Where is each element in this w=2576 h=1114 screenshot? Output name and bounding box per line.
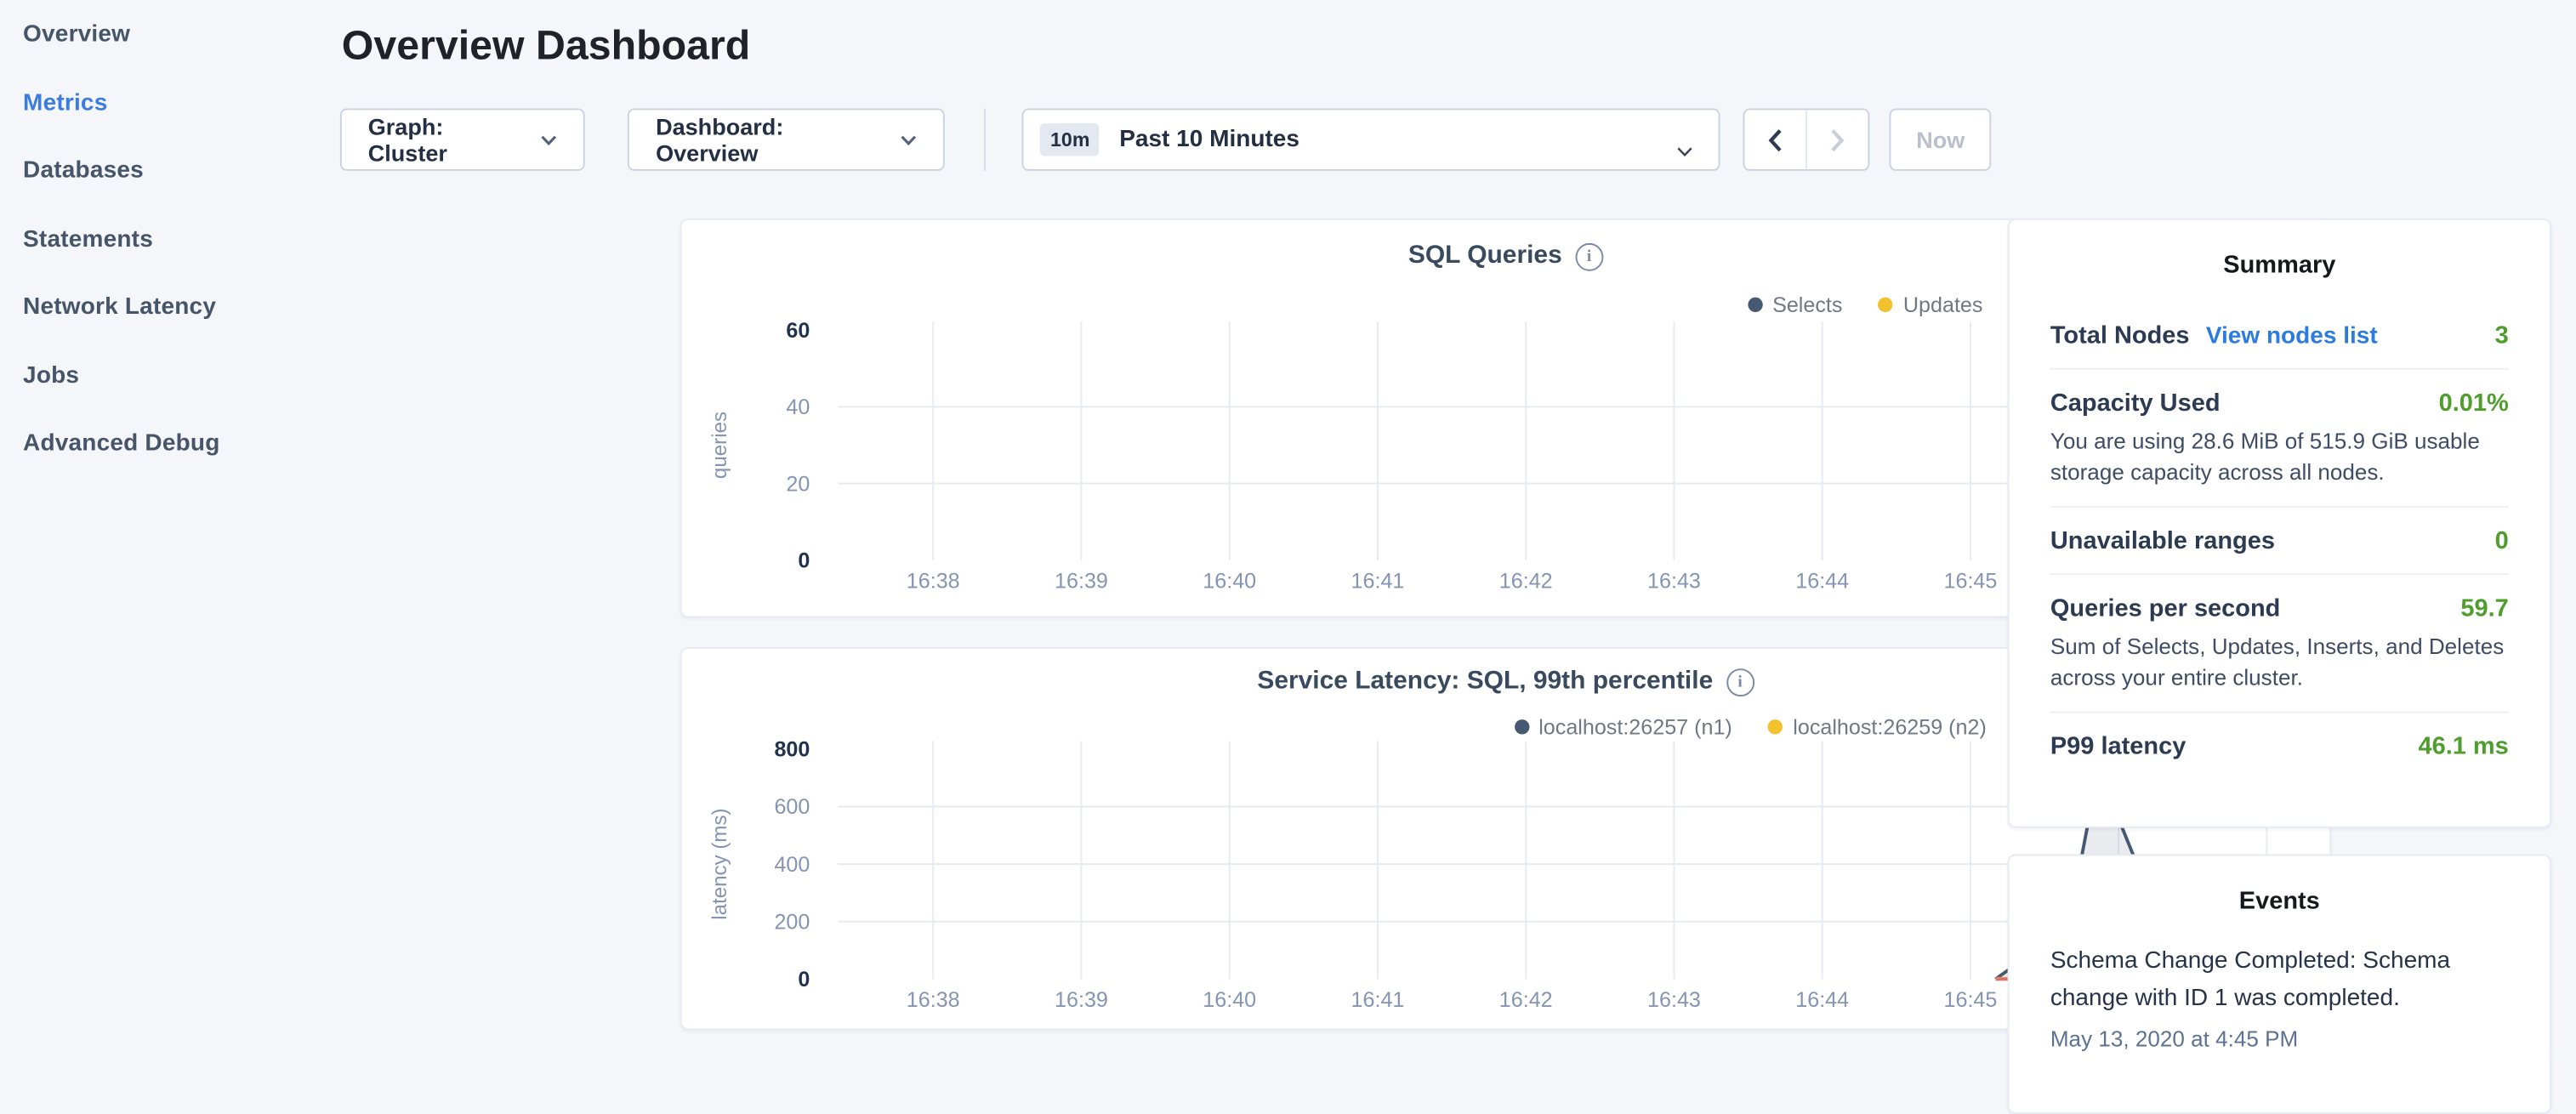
chevron-right-icon (1830, 128, 1845, 152)
x-tick-label: 16:42 (1499, 988, 1553, 1012)
dashboard-dropdown-label: Dashboard: Overview (656, 113, 881, 166)
x-tick-label: 16:43 (1647, 570, 1701, 594)
sidebar-item-overview[interactable]: Overview (0, 2, 328, 70)
y-tick-label: 400 (774, 853, 810, 877)
x-tick-label: 16:45 (1944, 570, 1998, 594)
previous-time-button[interactable] (1744, 110, 1805, 169)
summary-label: Total Nodes (2050, 322, 2190, 350)
summary-value: 0 (2495, 527, 2509, 555)
dashboard-dropdown[interactable]: Dashboard: Overview (628, 108, 945, 170)
y-tick-label: 0 (798, 968, 810, 992)
x-tick-label: 16:42 (1499, 570, 1553, 594)
next-time-button[interactable] (1805, 110, 1868, 169)
x-tick-label: 16:45 (1944, 988, 1998, 1012)
chevron-down-icon (541, 134, 557, 145)
event-message: Schema Change Completed: Schema change w… (2050, 943, 2509, 1018)
x-tick-label: 16:40 (1203, 570, 1256, 594)
toolbar: Graph: Cluster Dashboard: Overview 10m P… (340, 108, 1991, 170)
time-range-badge: 10m (1040, 123, 1100, 156)
summary-value: 3 (2495, 322, 2509, 350)
summary-value: 46.1 ms (2418, 733, 2508, 761)
x-tick-label: 16:40 (1203, 988, 1256, 1012)
summary-label: P99 latency (2050, 733, 2186, 761)
page-title: Overview Dashboard (342, 23, 1991, 71)
x-tick-label: 16:44 (1795, 570, 1849, 594)
summary-row-queries-per-second: Queries per second 59.7 Sum of Selects, … (2050, 573, 2509, 711)
y-tick-label: 200 (774, 910, 810, 934)
graph-scope-label: Graph: Cluster (368, 113, 521, 166)
summary-title: Summary (2050, 252, 2509, 280)
summary-row-total-nodes: Total Nodes View nodes list 3 (2050, 302, 2509, 367)
chevron-down-icon (901, 134, 917, 145)
x-tick-label: 16:44 (1795, 988, 1849, 1012)
summary-description: You are using 28.6 MiB of 515.9 GiB usab… (2050, 425, 2509, 487)
sidebar-item-jobs[interactable]: Jobs (0, 343, 328, 411)
chevron-left-icon (1767, 128, 1782, 152)
y-tick-label: 40 (786, 395, 810, 419)
time-range-dropdown[interactable]: 10m Past 10 Minutes (1022, 108, 1720, 170)
time-step-buttons (1743, 108, 1870, 170)
toolbar-divider (985, 108, 987, 170)
x-tick-label: 16:43 (1647, 988, 1701, 1012)
y-tick-label: 60 (786, 319, 810, 343)
sidebar-item-databases[interactable]: Databases (0, 138, 328, 206)
summary-row-capacity-used: Capacity Used 0.01% You are using 28.6 M… (2050, 368, 2509, 506)
summary-row-p99-latency: P99 latency 46.1 ms (2050, 711, 2509, 778)
y-tick-label: 0 (798, 548, 810, 572)
sidebar: Overview Metrics Databases Statements Ne… (0, 0, 328, 1053)
y-axis-label: queries (708, 412, 731, 479)
time-range-label: Past 10 Minutes (1119, 127, 1299, 153)
x-tick-label: 16:41 (1351, 570, 1405, 594)
view-nodes-list-link[interactable]: View nodes list (2206, 324, 2378, 350)
now-button[interactable]: Now (1890, 108, 1991, 170)
events-panel: Events Schema Change Completed: Schema c… (2008, 855, 2551, 1114)
summary-label: Capacity Used (2050, 389, 2221, 418)
main-content: Overview Dashboard Graph: Cluster Dashbo… (340, 0, 1991, 71)
x-tick-label: 16:41 (1351, 988, 1405, 1012)
x-tick-label: 16:38 (907, 570, 960, 594)
sidebar-item-metrics[interactable]: Metrics (0, 70, 328, 138)
y-axis-label: latency (ms) (708, 808, 731, 919)
summary-panel: Summary Total Nodes View nodes list 3 Ca… (2008, 219, 2551, 828)
app-viewport: Overview Metrics Databases Statements Ne… (0, 0, 2576, 1051)
now-button-label: Now (1916, 127, 1965, 153)
summary-row-unavailable-ranges: Unavailable ranges 0 (2050, 506, 2509, 573)
x-tick-label: 16:38 (907, 988, 960, 1012)
summary-label: Unavailable ranges (2050, 527, 2275, 555)
summary-description: Sum of Selects, Updates, Inserts, and De… (2050, 631, 2509, 693)
events-title: Events (2050, 887, 2509, 915)
sidebar-item-advanced-debug[interactable]: Advanced Debug (0, 411, 328, 479)
summary-label: Queries per second (2050, 594, 2281, 622)
graph-scope-dropdown[interactable]: Graph: Cluster (340, 108, 585, 170)
x-tick-label: 16:39 (1055, 570, 1108, 594)
summary-value: 0.01% (2439, 389, 2509, 418)
y-tick-label: 800 (774, 738, 810, 762)
summary-rows: Total Nodes View nodes list 3 Capacity U… (2050, 302, 2509, 778)
sidebar-item-statements[interactable]: Statements (0, 206, 328, 274)
y-tick-label: 600 (774, 795, 810, 819)
sidebar-item-network-latency[interactable]: Network Latency (0, 275, 328, 343)
chevron-down-icon (1675, 136, 1693, 162)
summary-value: 59.7 (2460, 594, 2508, 622)
event-timestamp: May 13, 2020 at 4:45 PM (2050, 1026, 2509, 1051)
x-tick-label: 16:39 (1055, 988, 1108, 1012)
y-tick-label: 20 (786, 472, 810, 496)
